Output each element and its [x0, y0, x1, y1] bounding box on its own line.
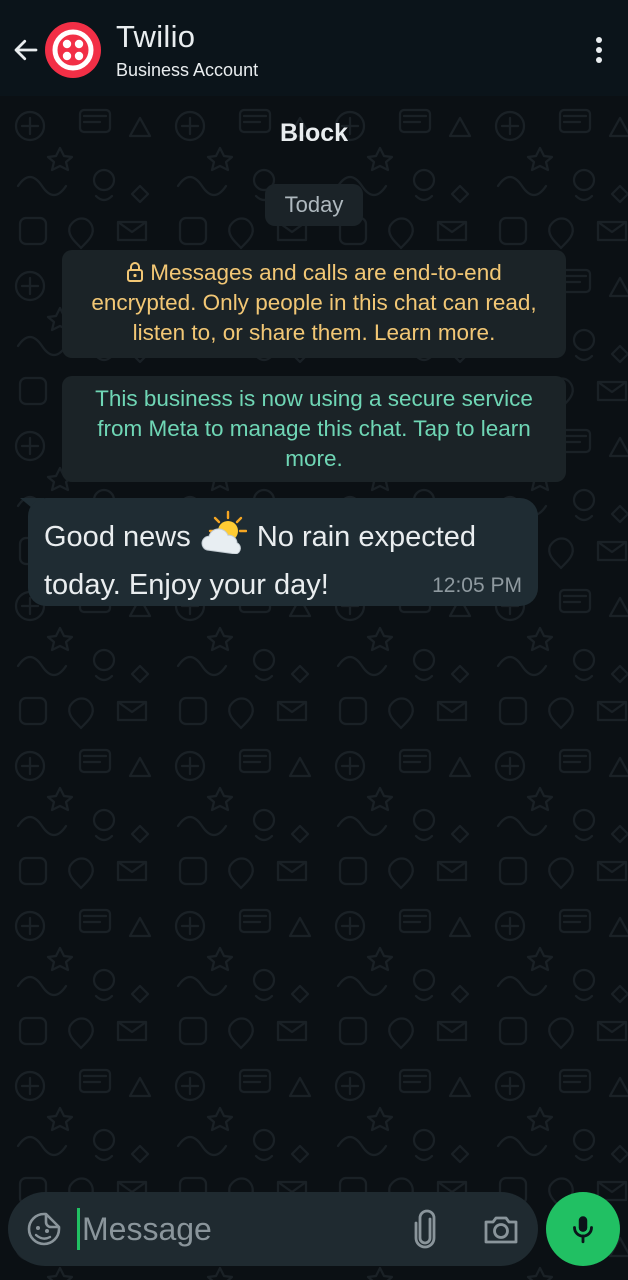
- avatar[interactable]: [45, 22, 101, 78]
- emoji-button[interactable]: [26, 1211, 62, 1247]
- message-composer: [8, 1192, 538, 1266]
- block-button[interactable]: Block: [0, 116, 628, 150]
- whatsapp-chat-screen: Twilio Business Account Block Today Mess…: [0, 0, 628, 1280]
- message-text-part: Good news: [44, 521, 199, 553]
- twilio-logo: [52, 29, 94, 71]
- lock-icon: [127, 262, 144, 282]
- contact-status: Business Account: [116, 60, 259, 80]
- incoming-message-bubble[interactable]: Good news No rain expected today. Enjoy …: [28, 498, 538, 606]
- arrow-left-icon: [14, 39, 38, 61]
- date-divider: Today: [265, 184, 363, 226]
- paperclip-icon: [414, 1209, 436, 1249]
- camera-icon: [484, 1216, 518, 1244]
- encryption-notice-text: Messages and calls are end-to-end encryp…: [91, 260, 537, 345]
- more-options-button[interactable]: [584, 30, 614, 70]
- contact-name: Twilio: [116, 19, 196, 54]
- message-timestamp: 12:05 PM: [432, 574, 522, 597]
- voice-message-button[interactable]: [546, 1192, 620, 1266]
- more-vertical-icon: [596, 37, 602, 63]
- meta-business-notice[interactable]: This business is now using a secure serv…: [62, 376, 566, 482]
- sticker-emoji-icon: [27, 1212, 61, 1246]
- sun-behind-cloud-icon: [201, 510, 247, 555]
- text-cursor: [77, 1208, 80, 1250]
- encryption-notice[interactable]: Messages and calls are end-to-end encryp…: [62, 250, 566, 358]
- back-button[interactable]: [6, 28, 46, 72]
- message-input[interactable]: [82, 1204, 382, 1254]
- mic-icon: [573, 1216, 593, 1244]
- camera-button[interactable]: [482, 1210, 520, 1248]
- chat-messages-area[interactable]: Block Today Messages and calls are end-t…: [0, 96, 628, 1180]
- attach-button[interactable]: [408, 1209, 440, 1249]
- chat-header: Twilio Business Account: [0, 0, 628, 96]
- contact-info[interactable]: Twilio Business Account: [116, 18, 496, 82]
